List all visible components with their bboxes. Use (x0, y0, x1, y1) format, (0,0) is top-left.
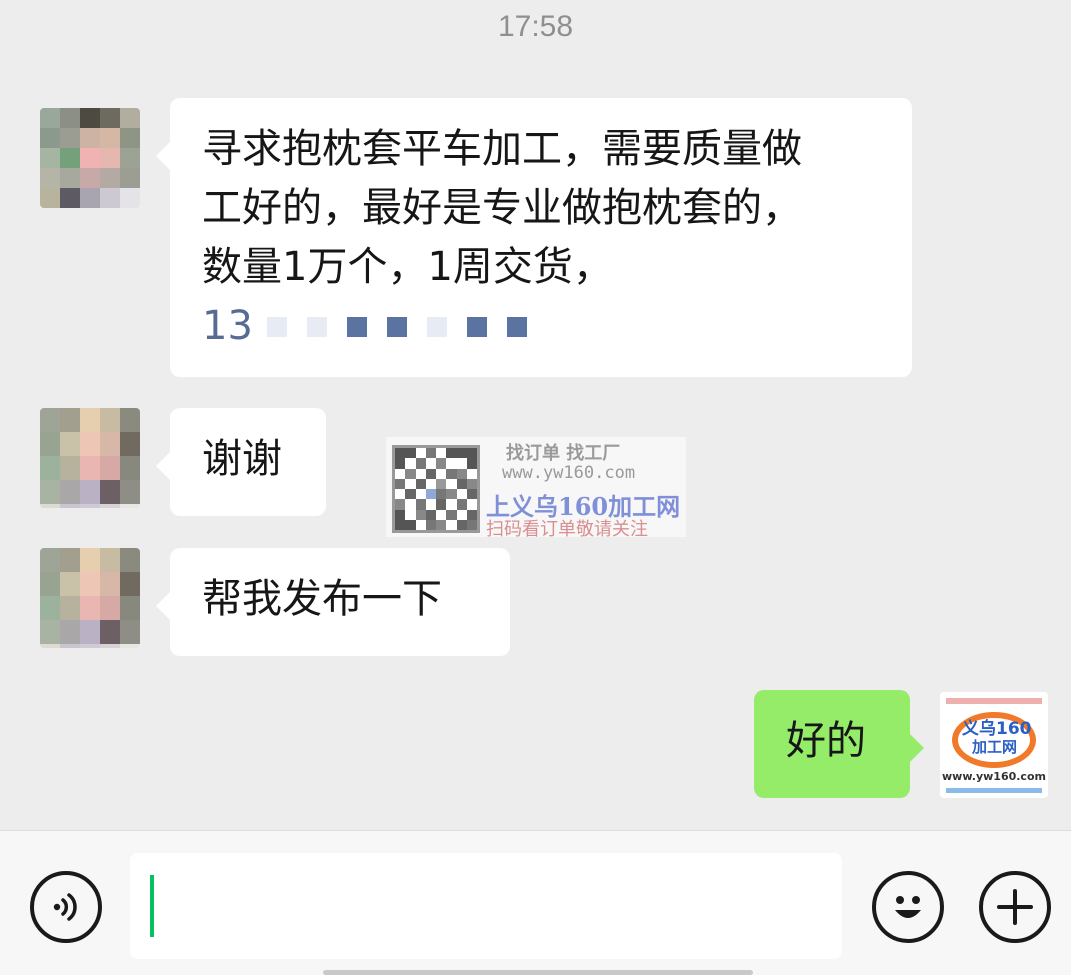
emoji-icon (895, 896, 921, 918)
home-indicator (323, 970, 753, 975)
message-input[interactable] (130, 853, 842, 959)
phone-number-link[interactable]: 13 (202, 297, 880, 356)
voice-input-button[interactable] (30, 871, 102, 943)
watermark-slogan: 找订单 找工厂 (506, 443, 621, 464)
emoji-button[interactable] (872, 871, 944, 943)
contact-avatar[interactable] (40, 408, 140, 508)
watermark-caption: 扫码看订单敬请关注 (486, 519, 648, 540)
chat-area[interactable]: 17:58 寻求抱枕套平车加工，需要质量做 工好的，最好是专业做抱枕套的， 数量… (0, 0, 1071, 830)
my-avatar[interactable]: 义乌160 加工网 www.yw160.com (940, 692, 1048, 798)
message-bubble[interactable]: 帮我发布一下 (156, 548, 510, 656)
input-bar (0, 830, 1071, 975)
contact-avatar[interactable] (40, 548, 140, 648)
voice-icon (53, 893, 77, 921)
contact-avatar[interactable] (40, 108, 140, 208)
avatar-url: www.yw160.com (942, 770, 1046, 783)
message-text-line: 数量1万个，1周交货， (202, 244, 613, 290)
message-text-line: 工好的，最好是专业做抱枕套的， (202, 185, 802, 231)
text-caret (150, 875, 154, 937)
watermark: 找订单 找工厂 www.yw160.com 上义乌160加工网 扫码看订单敬请关… (386, 437, 686, 540)
message-text: 谢谢 (202, 436, 282, 482)
avatar-banner-stripe (946, 698, 1042, 704)
message-text: 帮我发布一下 (202, 576, 442, 622)
phone-number-prefix: 13 (202, 303, 253, 349)
qr-code-icon (392, 445, 480, 533)
watermark-url: www.yw160.com (502, 463, 636, 483)
message-bubble[interactable]: 寻求抱枕套平车加工，需要质量做 工好的，最好是专业做抱枕套的， 数量1万个，1周… (156, 98, 912, 377)
redacted-phone-digits (266, 316, 527, 337)
message-bubble[interactable]: 谢谢 (156, 408, 326, 516)
message-timestamp: 17:58 (497, 10, 574, 43)
more-actions-button[interactable] (979, 871, 1051, 943)
avatar-logo-line: 加工网 (972, 738, 1018, 756)
my-message-bubble[interactable]: 好的 (754, 690, 924, 798)
avatar-footer-stripe (946, 788, 1042, 793)
message-text-line: 寻求抱枕套平车加工，需要质量做 (202, 126, 802, 172)
message-text: 好的 (786, 718, 866, 764)
plus-icon (997, 889, 1033, 925)
